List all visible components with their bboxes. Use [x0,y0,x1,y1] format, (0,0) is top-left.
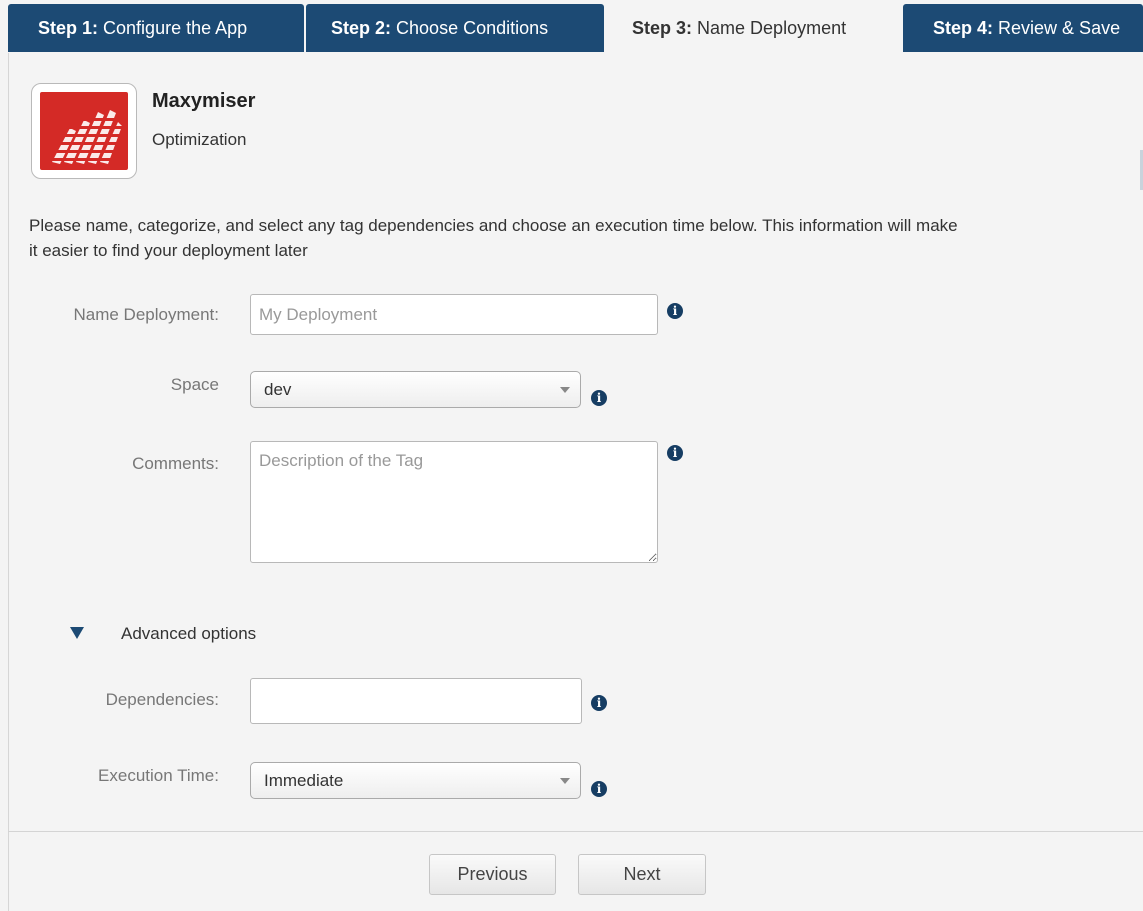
name-deployment-info-icon[interactable]: i [667,303,683,319]
comments-label: Comments: [132,454,219,473]
tab-step-number: Step 4: [933,18,994,38]
app-category: Optimization [152,130,247,149]
tab-choose-conditions[interactable]: Step 2: Choose Conditions [306,4,604,52]
name-deployment-label: Name Deployment: [73,305,219,324]
tab-step-number: Step 3: [632,18,693,38]
execution-time-select[interactable]: Immediate [250,762,581,799]
tab-label: Review & Save [998,18,1121,38]
space-label: Space [170,375,219,394]
next-button[interactable]: Next [578,854,706,895]
execution-time-info-icon[interactable]: i [591,781,607,797]
space-select[interactable]: dev [250,371,581,408]
comments-textarea[interactable] [250,441,658,563]
wizard-tabs: Step 1: Configure the App Step 2: Choose… [0,0,1143,54]
execution-time-label: Execution Time: [98,766,219,785]
tab-name-deployment[interactable]: Step 3: Name Deployment [605,4,901,54]
space-info-icon[interactable]: i [591,390,607,406]
tab-review-save[interactable]: Step 4: Review & Save [903,4,1143,52]
advanced-options-label[interactable]: Advanced options [121,624,256,644]
space-selected-value: dev [264,380,292,399]
footer-divider [8,831,1143,832]
chevron-down-icon [560,778,570,784]
execution-time-selected-value: Immediate [264,771,344,790]
tab-step-number: Step 2: [331,18,392,38]
dependencies-info-icon[interactable]: i [591,695,607,711]
intro-text: Please name, categorize, and select any … [29,216,958,260]
name-deployment-input[interactable] [250,294,658,335]
tab-label: Name Deployment [697,18,847,38]
chevron-down-icon [560,387,570,393]
tab-step-number: Step 1: [38,18,99,38]
comments-info-icon[interactable]: i [667,445,683,461]
app-logo [31,83,137,179]
previous-button[interactable]: Previous [429,854,556,895]
maxymiser-logo-icon [40,92,128,170]
dependencies-input[interactable] [250,678,582,724]
tab-label: Choose Conditions [396,18,549,38]
tab-configure-app[interactable]: Step 1: Configure the App [8,4,304,52]
app-name: Maxymiser [152,90,256,112]
dependencies-label: Dependencies: [105,690,219,709]
tab-label: Configure the App [103,18,248,38]
advanced-options-toggle-icon[interactable] [70,627,84,639]
